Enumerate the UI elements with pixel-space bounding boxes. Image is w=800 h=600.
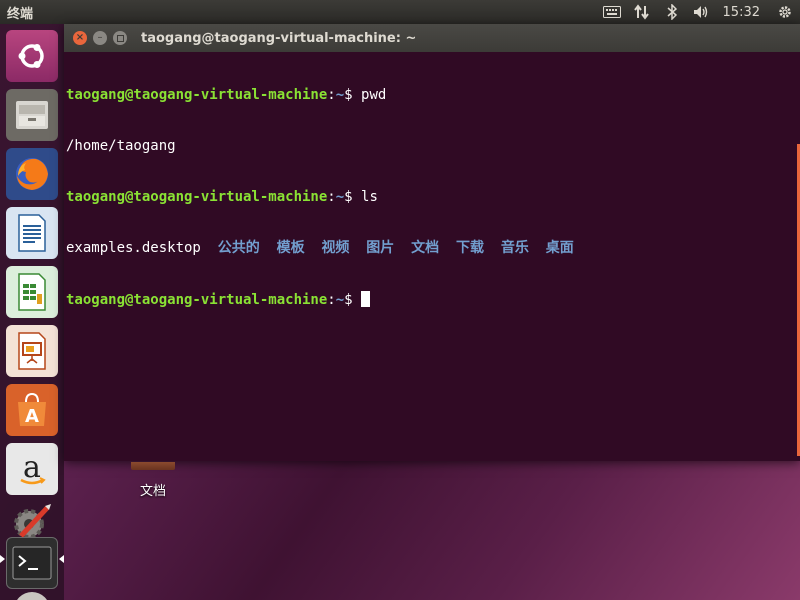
- keyboard-icon[interactable]: [597, 0, 627, 24]
- firefox-icon[interactable]: [6, 148, 58, 200]
- dir-entry: 文档: [411, 240, 440, 256]
- libreoffice-calc-icon[interactable]: [6, 266, 58, 318]
- libreoffice-impress-icon[interactable]: [6, 325, 58, 377]
- terminal-output[interactable]: taogang@taogang-virtual-machine:~$ pwd /…: [64, 52, 800, 344]
- dvd-icon[interactable]: [6, 590, 58, 600]
- libreoffice-writer-icon[interactable]: [6, 207, 58, 259]
- dir-entry: 公共的: [217, 240, 260, 256]
- minimize-icon: –: [97, 32, 103, 43]
- dir-entry: 图片: [366, 240, 395, 256]
- dir-entry: 模板: [276, 240, 305, 256]
- network-icon[interactable]: [627, 0, 657, 24]
- indicator-area: 15:32: [597, 0, 800, 24]
- terminal-line: taogang@taogang-virtual-machine:~$: [66, 291, 798, 309]
- dir-entry: 音乐: [500, 240, 529, 256]
- dir-entry: 桌面: [545, 240, 574, 256]
- amazon-icon[interactable]: a: [6, 443, 58, 495]
- desktop-folder-documents[interactable]: 文档: [130, 462, 176, 499]
- bluetooth-icon[interactable]: [657, 0, 687, 24]
- folder-icon: [131, 462, 175, 470]
- ubuntu-dash-icon[interactable]: [6, 30, 58, 82]
- desktop-icon-label: 文档: [139, 484, 166, 499]
- dir-entry: 下载: [456, 240, 485, 256]
- ubuntu-software-icon[interactable]: A: [6, 384, 58, 436]
- terminal-line: taogang@taogang-virtual-machine:~$ ls: [66, 189, 378, 205]
- output-text: /home/taogang: [66, 138, 176, 154]
- clock[interactable]: 15:32: [717, 5, 770, 20]
- launcher: A a: [0, 24, 64, 600]
- dir-entry: 视频: [321, 240, 350, 256]
- active-app-title: 终端: [7, 6, 34, 22]
- svg-text:A: A: [25, 406, 39, 427]
- ls-output-line: examples.desktop 公共的 模板 视频 图片 文档 下载 音乐 桌…: [66, 240, 798, 257]
- svg-text:a: a: [23, 450, 41, 485]
- window-titlebar[interactable]: × – taogang@taogang-virtual-machine: ~: [64, 24, 800, 52]
- active-indicator-right: [59, 555, 64, 563]
- command-text: pwd: [361, 87, 387, 103]
- file-entry: examples.desktop: [66, 240, 201, 256]
- text-cursor: [361, 291, 371, 307]
- top-panel: 终端 15:32: [0, 0, 800, 24]
- command-text: ls: [361, 189, 378, 205]
- volume-icon[interactable]: [687, 0, 717, 24]
- window-title: taogang@taogang-virtual-machine: ~: [141, 30, 417, 46]
- minimize-button[interactable]: –: [93, 31, 107, 45]
- terminal-window[interactable]: × – taogang@taogang-virtual-machine: ~ t…: [64, 24, 800, 461]
- maximize-icon: [116, 34, 124, 42]
- active-indicator-left: [0, 555, 5, 563]
- terminal-icon[interactable]: [6, 537, 58, 589]
- close-icon: ×: [75, 32, 85, 43]
- gear-icon[interactable]: [770, 0, 800, 24]
- maximize-button[interactable]: [113, 31, 127, 45]
- terminal-line: taogang@taogang-virtual-machine:~$ pwd: [66, 87, 387, 103]
- terminal-line: /home/taogang: [66, 138, 798, 155]
- files-icon[interactable]: [6, 89, 58, 141]
- close-button[interactable]: ×: [73, 31, 87, 45]
